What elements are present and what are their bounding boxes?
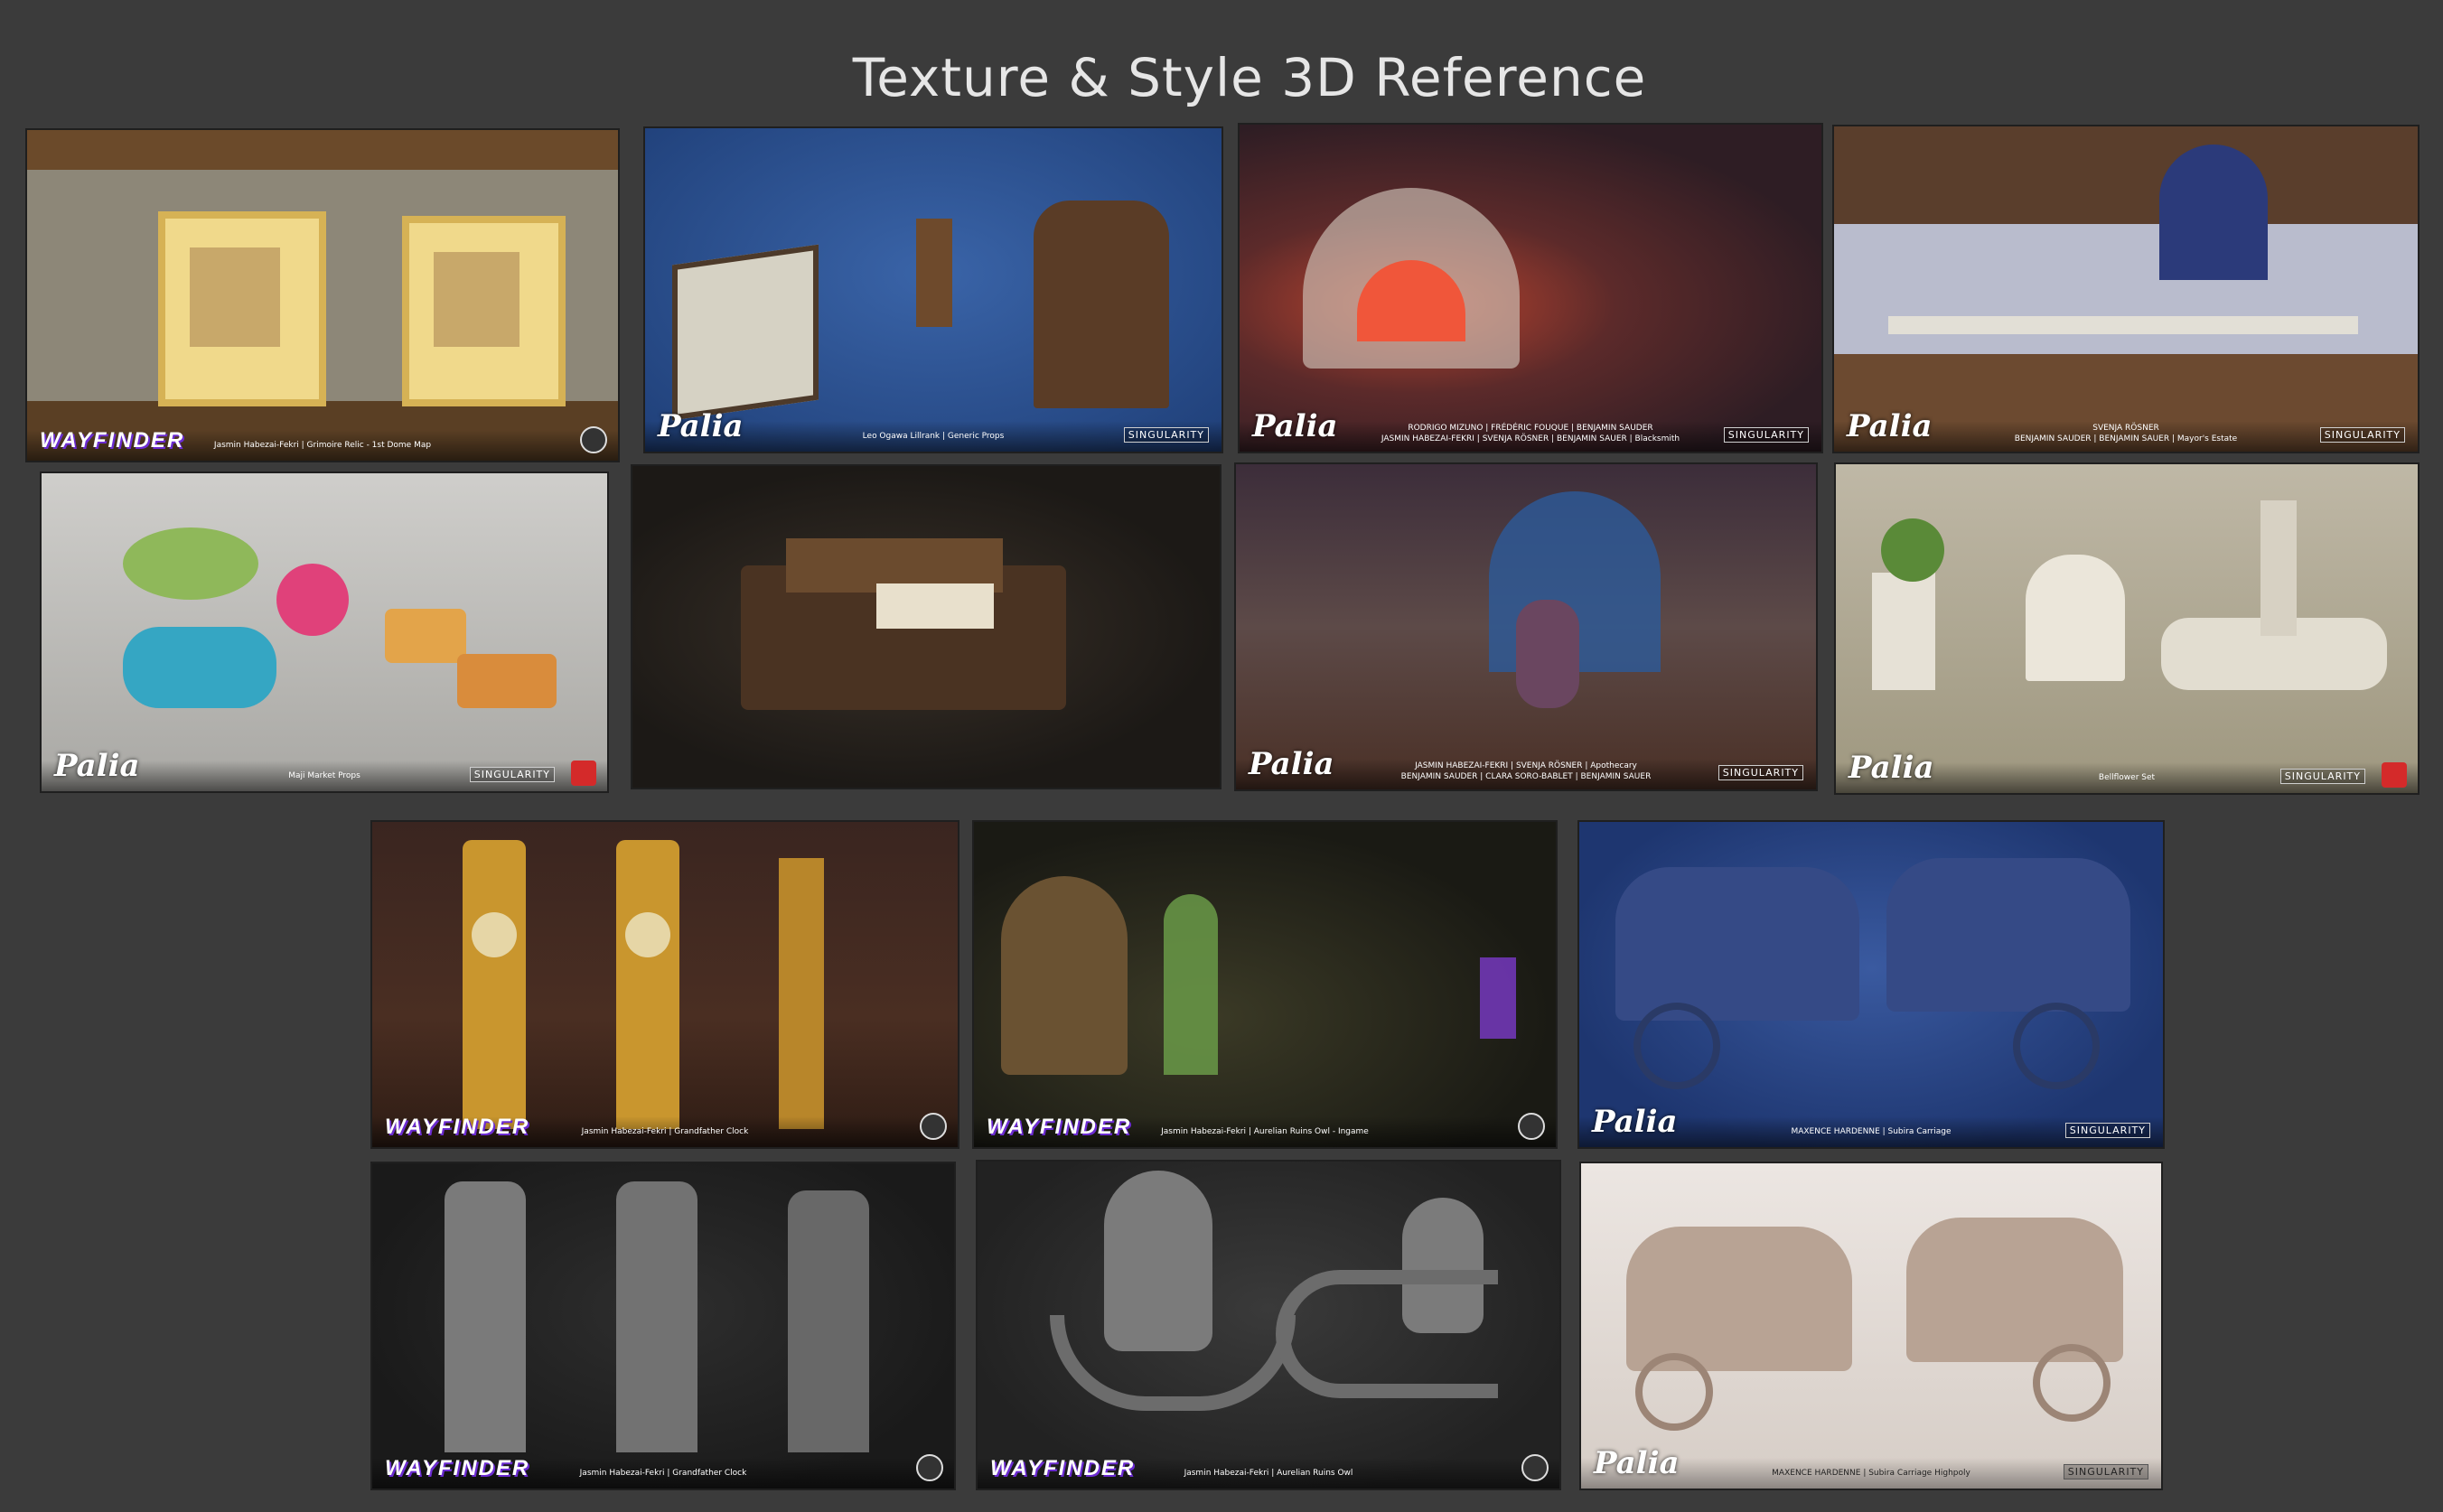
tile-credit: Jasmin Habezai-Fekri | Grimoire Relic - … [213, 441, 432, 450]
studio-badge-icon [920, 1113, 947, 1140]
studio-logo: SINGULARITY [2063, 1464, 2148, 1479]
studio-logo: SINGULARITY [1123, 427, 1209, 443]
tile-maji-market-props[interactable]: Palia Maji Market Props SINGULARITY [40, 471, 609, 793]
studio-logo: SINGULARITY [2064, 1123, 2150, 1138]
tile-grandfather-clock[interactable]: WAYFINDER Jasmin Habezai-Fekri | Grandfa… [370, 820, 959, 1149]
studio-badge-icon [1521, 1454, 1549, 1481]
tile-credit: Jasmin Habezai-Fekri | Aurelian Ruins Ow… [1184, 1469, 1353, 1478]
page-title: Texture & Style 3D Reference [852, 47, 1647, 108]
studio-logo: SINGULARITY [1723, 427, 1809, 443]
studio-logo: SINGULARITY [1718, 765, 1803, 780]
studio-logo: SINGULARITY [469, 767, 555, 782]
tile-grandfather-clock-sculpt[interactable]: WAYFINDER Jasmin Habezai-Fekri | Grandfa… [370, 1162, 956, 1490]
factory-logo-icon [2382, 762, 2407, 788]
tile-credit: Jasmin Habezai-Fekri | Aurelian Ruins Ow… [1161, 1127, 1369, 1136]
tile-apothecary[interactable]: Palia JASMIN HABEZAI-FEKRI | SVENJA RÖSN… [1234, 462, 1818, 791]
studio-badge-icon [580, 426, 607, 453]
tile-aurelian-ruins-owl-sculpt[interactable]: WAYFINDER Jasmin Habezai-Fekri | Aurelia… [976, 1160, 1561, 1490]
tile-writing-desk[interactable] [631, 464, 1222, 789]
studio-badge-icon [916, 1454, 943, 1481]
tile-grimoire-relic-map[interactable]: WAYFINDER Jasmin Habezai-Fekri | Grimoir… [25, 128, 620, 462]
tile-aurelian-ruins-owl-ingame[interactable]: WAYFINDER Jasmin Habezai-Fekri | Aurelia… [972, 820, 1558, 1149]
tile-bellflower-set[interactable]: Palia Bellflower Set SINGULARITY [1834, 462, 2420, 795]
factory-logo-icon [571, 761, 596, 786]
tile-subira-carriage[interactable]: Palia MAXENCE HARDENNE | Subira Carriage… [1577, 820, 2165, 1149]
tile-subira-carriage-highpoly[interactable]: Palia MAXENCE HARDENNE | Subira Carriage… [1579, 1162, 2163, 1490]
tile-generic-props[interactable]: Palia Leo Ogawa Lillrank | Generic Props… [643, 126, 1223, 453]
tile-credit: Jasmin Habezai-Fekri | Grandfather Clock [579, 1469, 747, 1478]
tile-mayors-estate[interactable]: Palia SVENJA RÖSNER BENJAMIN SAUDER | BE… [1832, 125, 2420, 453]
tile-blacksmith[interactable]: Palia RODRIGO MIZUNO | FRÉDÉRIC FOUQUE |… [1238, 123, 1823, 453]
studio-logo: SINGULARITY [2279, 769, 2365, 784]
studio-logo: SINGULARITY [2319, 427, 2405, 443]
tile-credit: Jasmin Habezai-Fekri | Grandfather Clock [581, 1127, 749, 1136]
studio-badge-icon [1518, 1113, 1545, 1140]
